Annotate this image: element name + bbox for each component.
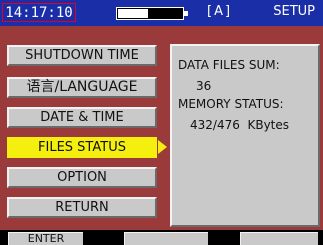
battery-level bbox=[118, 9, 148, 18]
menu-item-label: SHUTDOWN TIME bbox=[25, 48, 139, 63]
memory-status-label: MEMORY STATUS: bbox=[178, 97, 284, 111]
battery-tip bbox=[184, 11, 188, 16]
battery-icon bbox=[116, 7, 188, 20]
data-files-value: 36 bbox=[196, 79, 212, 93]
softkey-3[interactable] bbox=[240, 232, 318, 245]
menu-item-label: RETURN bbox=[55, 200, 109, 215]
softkey-2[interactable] bbox=[124, 232, 208, 245]
menu-item-date-time[interactable]: DATE & TIME bbox=[7, 107, 157, 128]
menu-item-label: FILES STATUS bbox=[38, 140, 126, 155]
menu-item-return[interactable]: RETURN bbox=[7, 197, 157, 218]
files-status-panel: DATA FILES SUM: 36 MEMORY STATUS: 432/47… bbox=[170, 44, 320, 227]
softkey-bar: ENTER bbox=[0, 230, 323, 245]
menu-item-files-status[interactable]: FILES STATUS bbox=[7, 137, 157, 158]
memory-status-value: 432/476 KBytes bbox=[190, 118, 290, 132]
data-files-label: DATA FILES SUM: bbox=[178, 58, 280, 72]
menu-item-language[interactable]: 语言/LANGUAGE bbox=[7, 77, 157, 98]
mode-label: SETUP bbox=[273, 4, 315, 19]
menu-item-shutdown-time[interactable]: SHUTDOWN TIME bbox=[7, 45, 157, 66]
menu-item-option[interactable]: OPTION bbox=[7, 167, 157, 188]
selection-arrow-icon bbox=[158, 140, 167, 154]
menu-item-label: 语言/LANGUAGE bbox=[26, 79, 138, 95]
softkey-enter[interactable]: ENTER bbox=[8, 232, 83, 245]
channel-indicator: [A] bbox=[207, 4, 233, 19]
menu-item-label: OPTION bbox=[57, 170, 107, 185]
clock: 14:17:10 bbox=[2, 3, 76, 22]
menu-item-label: DATE & TIME bbox=[40, 110, 124, 125]
status-bar: 14:17:10 [A] SETUP bbox=[0, 0, 323, 26]
